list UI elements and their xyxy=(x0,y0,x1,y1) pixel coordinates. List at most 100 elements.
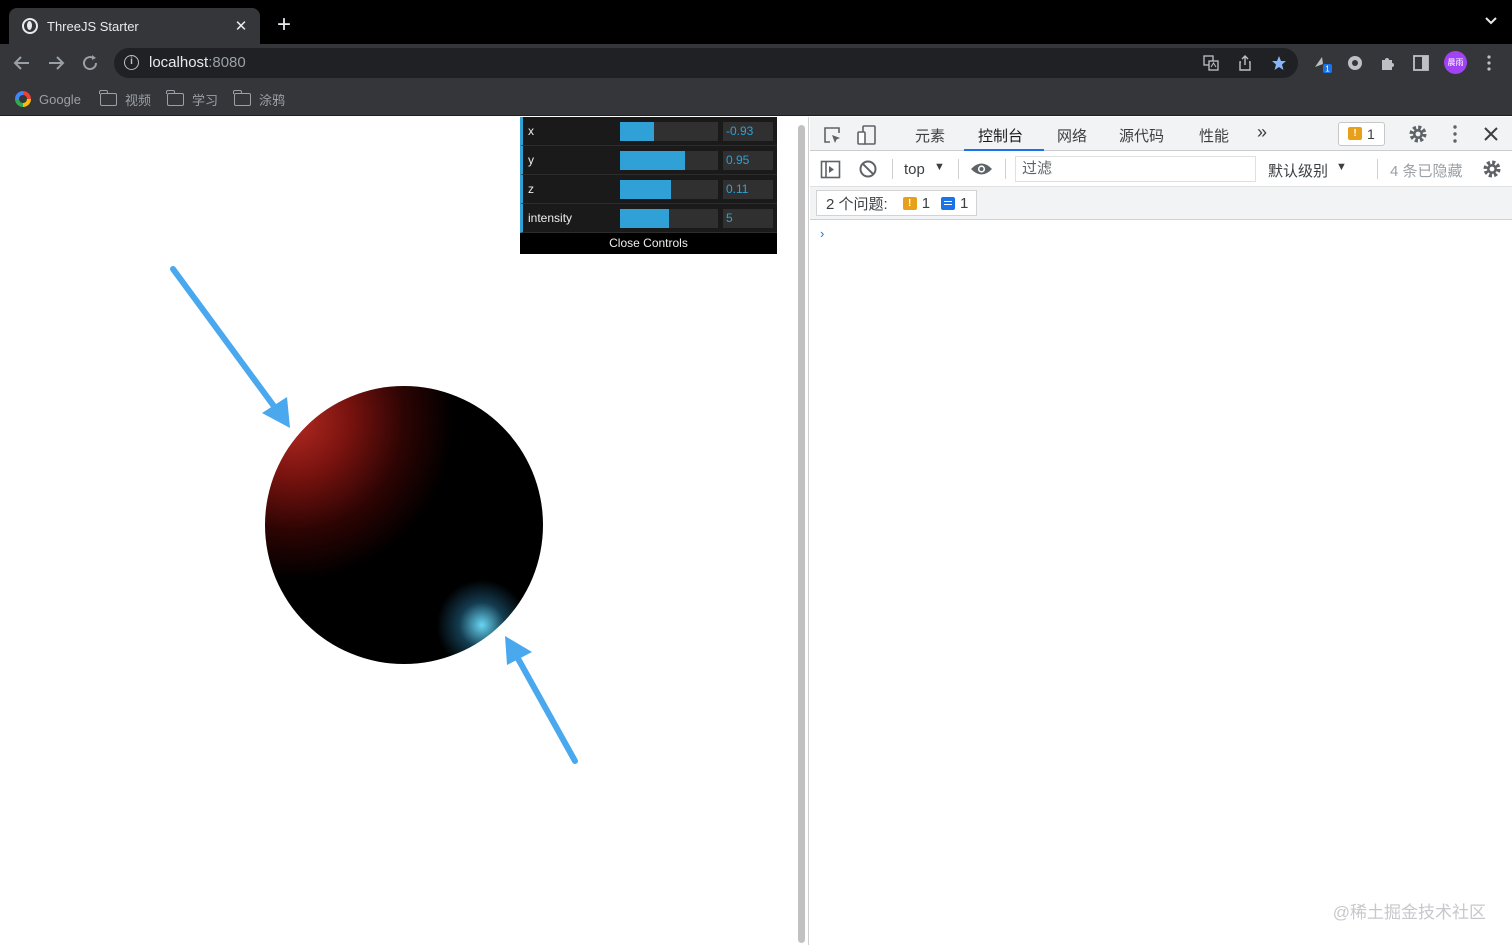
globe-icon xyxy=(22,18,38,34)
gui-slider-fill xyxy=(620,151,685,170)
clear-console-icon[interactable] xyxy=(858,159,878,179)
gui-row-x[interactable]: x -0.93 xyxy=(520,117,777,146)
arrow-bottom-right xyxy=(505,636,578,764)
watermark: @稀土掘金技术社区 xyxy=(1332,903,1486,922)
bookmark-star-icon[interactable] xyxy=(1271,55,1287,71)
kebab-menu-icon[interactable] xyxy=(1446,124,1464,144)
gui-slider[interactable] xyxy=(620,209,718,228)
translate-icon[interactable] xyxy=(1203,55,1219,71)
browser-tab[interactable]: ThreeJS Starter ✕ xyxy=(9,8,260,44)
gui-label: x xyxy=(528,124,534,138)
gui-number-input[interactable]: -0.93 xyxy=(723,122,773,141)
console-toolbar: top ▼ 过滤 默认级别 ▼ 4 条已隐藏 xyxy=(810,151,1512,187)
folder-icon xyxy=(233,89,251,106)
gui-slider[interactable] xyxy=(620,122,718,141)
dat-gui-panel: x -0.93 y 0.95 z 0.11 intensity 5 Close … xyxy=(520,117,777,254)
devtools-tabbar: 元素 控制台 网络 源代码 性能 » ! 1 xyxy=(810,117,1512,151)
profile-avatar[interactable]: 晨雨 xyxy=(1444,51,1467,74)
reload-icon[interactable] xyxy=(78,51,102,75)
gui-slider[interactable] xyxy=(620,151,718,170)
side-panel-icon[interactable] xyxy=(1411,53,1431,73)
close-icon[interactable] xyxy=(1482,125,1500,143)
lit-sphere xyxy=(265,386,543,664)
issues-bar: 2 个问题: ! 1 1 xyxy=(810,187,1512,220)
gui-number-input[interactable]: 5 xyxy=(723,209,773,228)
gear-icon[interactable] xyxy=(1407,123,1429,145)
device-toolbar-icon[interactable] xyxy=(856,124,878,146)
toolbar-separator xyxy=(1377,159,1378,179)
gui-label: y xyxy=(528,153,534,167)
toolbar-separator xyxy=(1005,159,1006,179)
site-info-icon[interactable]: i xyxy=(124,55,139,70)
folder-icon xyxy=(99,89,117,106)
eye-icon[interactable] xyxy=(970,160,993,178)
gui-number-input[interactable]: 0.95 xyxy=(723,151,773,170)
more-tabs-icon[interactable]: » xyxy=(1257,122,1267,143)
warning-icon: ! xyxy=(902,196,917,210)
gui-label: z xyxy=(528,182,534,196)
log-level-dropdown[interactable]: 默认级别 xyxy=(1268,160,1328,181)
browser-toolbar: i localhost:8080 1 晨雨 xyxy=(0,44,1512,82)
info-count: 1 xyxy=(960,194,969,212)
gui-number-input[interactable]: 0.11 xyxy=(723,180,773,199)
sidebar-toggle-icon[interactable] xyxy=(820,159,841,180)
issues-counter-button[interactable]: ! 1 xyxy=(1338,122,1385,146)
gui-slider[interactable] xyxy=(620,180,718,199)
devtools-splitter[interactable] xyxy=(796,117,809,945)
devtools-panel: 元素 控制台 网络 源代码 性能 » ! 1 top ▼ 过滤 默认级别 ▼ 4… xyxy=(810,117,1512,945)
gui-slider-fill xyxy=(620,122,655,141)
extension-tree-icon[interactable] xyxy=(1345,53,1365,73)
inspect-element-icon[interactable] xyxy=(822,125,842,145)
gui-row-y[interactable]: y 0.95 xyxy=(520,146,777,175)
back-icon[interactable] xyxy=(10,51,34,75)
issues-summary-button[interactable]: 2 个问题: ! 1 1 xyxy=(816,190,978,216)
close-controls-button[interactable]: Close Controls xyxy=(520,233,777,254)
caret-down-icon[interactable]: ▼ xyxy=(934,161,945,173)
forward-icon[interactable] xyxy=(44,51,68,75)
tab-network[interactable]: 网络 xyxy=(1057,125,1087,146)
tab-sources[interactable]: 源代码 xyxy=(1119,125,1164,146)
toolbar-separator xyxy=(958,159,959,179)
webgl-canvas[interactable]: x -0.93 y 0.95 z 0.11 intensity 5 Close … xyxy=(0,117,796,945)
bookmarks-bar: Google 视频 学习 涂鸦 xyxy=(0,82,1512,116)
info-message-icon xyxy=(941,196,956,210)
tab-strip: ThreeJS Starter ✕ + xyxy=(0,0,1512,44)
console-prompt[interactable]: › xyxy=(820,226,824,241)
bookmark-google[interactable]: Google xyxy=(15,90,81,108)
kebab-menu-icon[interactable] xyxy=(1479,53,1499,73)
bookmark-folder-video[interactable]: 视频 xyxy=(99,89,151,108)
scrollbar-thumb[interactable] xyxy=(798,125,805,943)
gui-row-intensity[interactable]: intensity 5 xyxy=(520,204,777,233)
gui-slider-fill xyxy=(620,209,669,228)
tab-close-icon[interactable]: ✕ xyxy=(232,17,250,35)
issues-label: 2 个问题: xyxy=(826,195,888,213)
hidden-messages-count: 4 条已隐藏 xyxy=(1390,163,1463,180)
gui-row-z[interactable]: z 0.11 xyxy=(520,175,777,204)
warning-icon: ! xyxy=(1348,127,1362,140)
gui-label: intensity xyxy=(528,211,573,225)
arrow-top-left xyxy=(170,266,290,428)
new-tab-button[interactable]: + xyxy=(271,11,297,39)
share-icon[interactable] xyxy=(1237,55,1253,71)
toolbar-separator xyxy=(892,159,893,179)
extension-wing-icon[interactable]: 1 xyxy=(1313,53,1333,73)
folder-icon xyxy=(166,89,184,106)
chevron-down-icon[interactable] xyxy=(1484,14,1498,28)
caret-down-icon[interactable]: ▼ xyxy=(1336,161,1347,173)
tab-console[interactable]: 控制台 xyxy=(978,125,1023,146)
context-selector[interactable]: top xyxy=(904,161,925,178)
warning-count: 1 xyxy=(921,194,931,212)
tab-elements[interactable]: 元素 xyxy=(915,125,945,146)
url-text: localhost:8080 xyxy=(149,54,246,71)
gui-slider-fill xyxy=(620,180,671,199)
svg-text:1: 1 xyxy=(1325,65,1330,74)
google-icon xyxy=(15,91,31,107)
address-bar[interactable]: i localhost:8080 xyxy=(114,48,1298,78)
bookmark-folder-doodle[interactable]: 涂鸦 xyxy=(233,89,285,108)
tab-performance[interactable]: 性能 xyxy=(1199,125,1229,146)
filter-input[interactable]: 过滤 xyxy=(1015,156,1256,182)
puzzle-icon[interactable] xyxy=(1378,53,1398,73)
bookmark-folder-study[interactable]: 学习 xyxy=(166,89,218,108)
console-settings-gear-icon[interactable] xyxy=(1481,158,1503,180)
tab-title: ThreeJS Starter xyxy=(47,18,139,34)
